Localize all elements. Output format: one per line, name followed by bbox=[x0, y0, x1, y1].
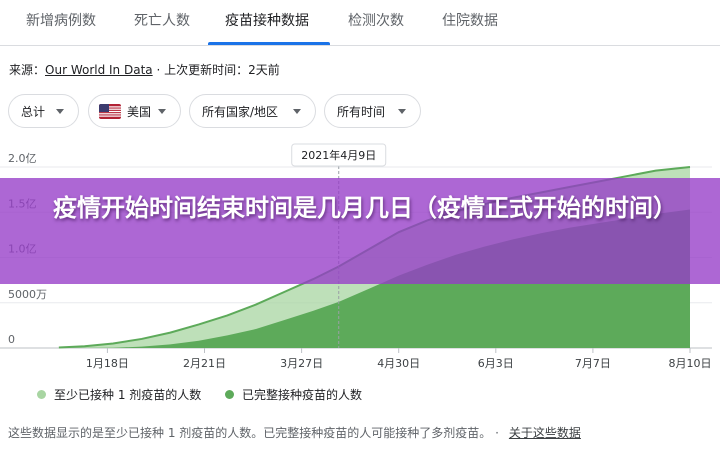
tab-bar: 新增病例数 死亡人数 疫苗接种数据 检测次数 住院数据 bbox=[0, 0, 720, 46]
legend-item-full[interactable]: 已完整接种疫苗的人数 bbox=[225, 386, 362, 403]
time-range-dropdown[interactable]: 所有时间 bbox=[324, 94, 421, 128]
x-tick-label: 6月3日 bbox=[478, 357, 514, 370]
chevron-down-icon bbox=[293, 109, 301, 114]
last-updated: 上次更新时间：2天前 bbox=[164, 63, 280, 77]
tab-deaths[interactable]: 死亡人数 bbox=[134, 0, 190, 46]
footnote-text: 这些数据显示的是至少已接种 1 剂疫苗的人数。已完整接种疫苗的人可能接种了多剂疫… bbox=[8, 426, 499, 440]
tab-new-cases[interactable]: 新增病例数 bbox=[26, 0, 96, 46]
legend-item-dose1[interactable]: 至少已接种 1 剂疫苗的人数 bbox=[37, 386, 201, 403]
x-tick-label: 4月30日 bbox=[377, 357, 420, 370]
source-link[interactable]: Our World In Data bbox=[45, 63, 153, 77]
overlay-title: 疫情开始时间结束时间是几月几日（疫情正式开始的时间） bbox=[53, 194, 677, 222]
tooltip-date: 2021年4月9日 bbox=[301, 148, 376, 162]
x-tick-label: 3月27日 bbox=[280, 357, 323, 370]
chevron-down-icon bbox=[158, 109, 166, 114]
country-dropdown[interactable]: 美国 bbox=[88, 94, 181, 128]
source-line: 来源：Our World In Data · 上次更新时间：2天前 bbox=[9, 61, 280, 78]
region-dropdown[interactable]: 所有国家/地区 bbox=[189, 94, 316, 128]
tab-hospitalizations[interactable]: 住院数据 bbox=[442, 0, 498, 46]
legend-label-full: 已完整接种疫苗的人数 bbox=[242, 388, 363, 402]
source-prefix: 来源： bbox=[9, 63, 46, 77]
x-tick-label: 8月10日 bbox=[669, 357, 712, 370]
active-tab-indicator bbox=[208, 42, 330, 45]
x-tick-label: 1月18日 bbox=[86, 357, 129, 370]
chart-tooltip: 2021年4月9日 bbox=[291, 143, 387, 167]
tab-tests[interactable]: 检测次数 bbox=[348, 0, 404, 46]
source-separator: · bbox=[156, 63, 161, 77]
legend-dot-light-green bbox=[37, 390, 46, 399]
legend-label-dose1: 至少已接种 1 剂疫苗的人数 bbox=[54, 388, 202, 402]
x-tick-label: 2月21日 bbox=[183, 357, 226, 370]
us-flag-icon bbox=[99, 103, 121, 119]
x-tick-label: 7月7日 bbox=[575, 357, 611, 370]
tab-vaccinations[interactable]: 疫苗接种数据 bbox=[225, 0, 309, 46]
about-data-link[interactable]: 关于这些数据 bbox=[509, 426, 581, 440]
metric-dropdown-label: 总计 bbox=[21, 104, 46, 119]
metric-dropdown[interactable]: 总计 bbox=[8, 94, 79, 128]
time-range-dropdown-label: 所有时间 bbox=[337, 104, 386, 119]
legend-dot-green bbox=[225, 390, 234, 399]
y-tick-label: 5000万 bbox=[8, 288, 47, 301]
y-tick-label: 2.0亿 bbox=[8, 152, 37, 165]
chevron-down-icon bbox=[56, 109, 64, 114]
footnote: 这些数据显示的是至少已接种 1 剂疫苗的人数。已完整接种疫苗的人可能接种了多剂疫… bbox=[8, 424, 581, 441]
country-dropdown-label: 美国 bbox=[127, 104, 152, 119]
y-tick-label: 0 bbox=[8, 333, 15, 346]
chevron-down-icon bbox=[398, 109, 406, 114]
region-dropdown-label: 所有国家/地区 bbox=[202, 104, 279, 119]
